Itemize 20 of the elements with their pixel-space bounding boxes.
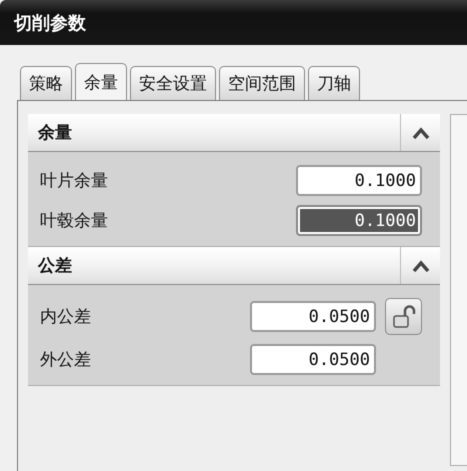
section-title: 余量 xyxy=(36,122,73,145)
input-field[interactable]: 0.1000 xyxy=(296,165,422,196)
field-label: 内公差 xyxy=(40,306,92,328)
field-label: 外公差 xyxy=(40,349,92,371)
field-label: 叶毂余量 xyxy=(40,210,109,232)
open-padlock-icon xyxy=(392,304,416,328)
tab[interactable]: 空间范围 xyxy=(219,66,305,100)
tab[interactable]: 安全设置 xyxy=(130,66,216,100)
chevron-up-icon xyxy=(412,126,430,138)
input-field[interactable]: 0.0500 xyxy=(250,301,376,332)
chevron-up-icon xyxy=(412,260,430,272)
field-label: 叶片余量 xyxy=(40,170,109,192)
tab[interactable]: 刀轴 xyxy=(308,66,360,100)
input-field[interactable]: 0.0500 xyxy=(250,344,376,375)
section-title: 公差 xyxy=(36,255,73,278)
lock-button[interactable] xyxy=(385,298,422,335)
window-title: 切削参数 xyxy=(14,12,86,34)
tab[interactable]: 策略 xyxy=(20,66,72,100)
input-field[interactable]: 0.1000 xyxy=(296,205,422,236)
tab[interactable]: 余量 xyxy=(75,63,127,100)
